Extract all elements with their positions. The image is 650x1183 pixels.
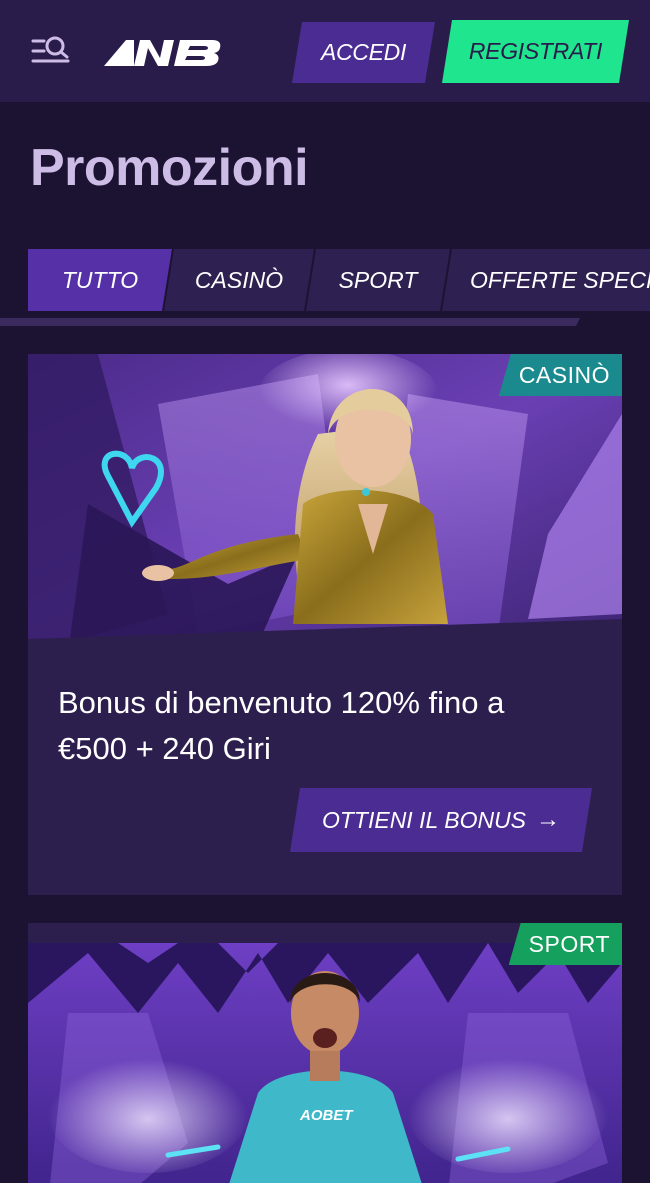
page-title: Promozioni xyxy=(30,139,309,197)
category-badge-casino: CASINÒ xyxy=(498,354,622,396)
get-bonus-label: OTTIENI IL BONUS xyxy=(321,806,527,833)
tab-casino[interactable]: CASINÒ xyxy=(164,249,314,311)
jersey-sponsor-text: AOBET xyxy=(300,1107,353,1124)
top-bar: ACCEDI REGISTRATI xyxy=(0,0,650,102)
tabs-scrollbar[interactable] xyxy=(0,318,580,326)
brand-logo[interactable] xyxy=(104,36,222,70)
category-badge-sport: SPORT xyxy=(508,923,622,965)
arrow-right-icon: → xyxy=(536,806,561,833)
login-button[interactable]: ACCEDI xyxy=(292,22,435,83)
tab-all[interactable]: TUTTO xyxy=(28,249,172,311)
register-button[interactable]: REGISTRATI xyxy=(442,20,629,83)
menu-search-icon[interactable] xyxy=(30,34,72,70)
promo-title: Bonus di benvenuto 120% fino a €500 + 24… xyxy=(58,685,505,766)
promo-casino-image xyxy=(28,354,622,654)
promo-card-casino[interactable]: CASINÒ Bonus di benvenuto 120% fino a €5… xyxy=(28,354,622,895)
promo-card-sport[interactable]: AOBET SPORT xyxy=(28,923,622,1183)
get-bonus-button[interactable]: OTTIENI IL BONUS → xyxy=(290,788,592,852)
tab-special-offers[interactable]: OFFERTE SPECIA xyxy=(442,249,650,311)
category-tabs: TUTTO CASINÒ SPORT OFFERTE SPECIA xyxy=(0,249,650,313)
tab-sport[interactable]: SPORT xyxy=(306,249,450,311)
